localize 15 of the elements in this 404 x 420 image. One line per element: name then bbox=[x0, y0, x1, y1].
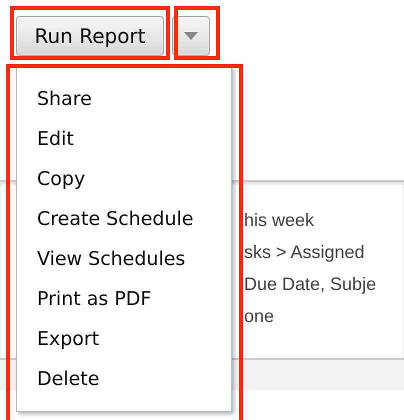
menu-item[interactable]: Copy bbox=[17, 163, 231, 203]
run-report-button[interactable]: Run Report bbox=[16, 16, 164, 56]
detail-text: sks > Assigned bbox=[244, 241, 366, 264]
detail-text: his week bbox=[244, 209, 316, 232]
menu-item[interactable]: Create Schedule bbox=[17, 203, 231, 243]
menu-item[interactable]: Share bbox=[17, 83, 231, 123]
menu-item[interactable]: Print as PDF bbox=[17, 283, 231, 323]
detail-text: one bbox=[244, 305, 276, 328]
menu-item[interactable]: View Schedules bbox=[17, 243, 231, 283]
detail-text: Due Date, Subje bbox=[244, 273, 378, 296]
menu-item[interactable]: Delete bbox=[17, 363, 231, 403]
menu-item[interactable]: Export bbox=[17, 323, 231, 363]
caret-icon bbox=[184, 32, 198, 40]
menu-item[interactable]: Edit bbox=[17, 123, 231, 163]
highlight-box bbox=[174, 6, 220, 60]
